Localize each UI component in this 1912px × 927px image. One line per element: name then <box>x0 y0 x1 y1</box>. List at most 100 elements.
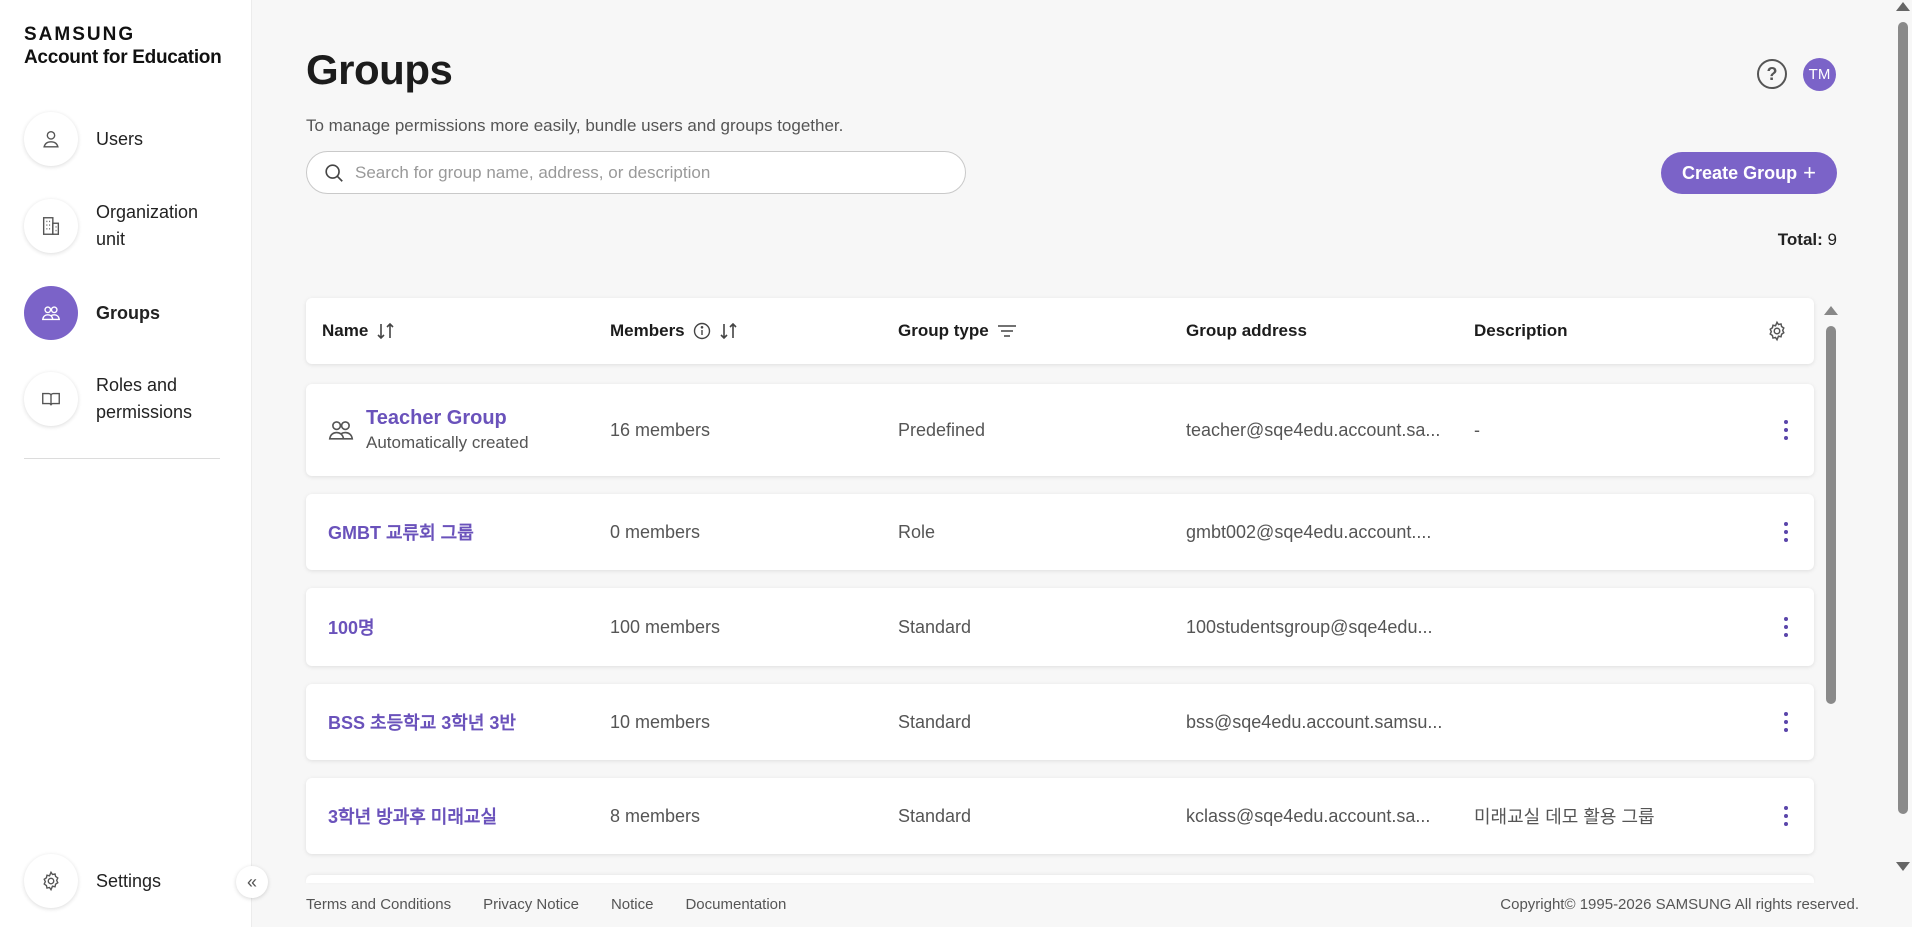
cell-name: 3학년 방과후 미래교실 <box>328 778 604 854</box>
collapse-sidebar-button[interactable]: « <box>236 866 268 898</box>
sidebar-item-organization-unit[interactable]: Organization unit <box>24 199 234 253</box>
search-bar[interactable] <box>306 151 966 194</box>
plus-icon: + <box>1803 160 1816 185</box>
cell-name: BSS 초등학교 3학년 3반 <box>328 684 604 760</box>
brand-logo[interactable]: SAMSUNG Account for Education <box>24 24 222 70</box>
table-scroll-up-arrow-icon[interactable] <box>1824 306 1838 315</box>
row-menu-kebab-icon[interactable] <box>1780 804 1792 828</box>
group-name-link[interactable]: 3학년 방과후 미래교실 <box>328 803 497 829</box>
table-row[interactable]: BSS 초등학교 3학년 3반 10 members Standard bss@… <box>306 684 1814 760</box>
cell-group-address: kclass@sqe4edu.account.sa... <box>1186 805 1431 826</box>
sidebar-item-label: Settings <box>96 870 162 891</box>
user-avatar[interactable]: TM <box>1803 58 1836 91</box>
row-menu-kebab-icon[interactable] <box>1780 520 1792 544</box>
group-name-link[interactable]: BSS 초등학교 3학년 3반 <box>328 709 516 735</box>
sidebar: SAMSUNG Account for Education Users Orga… <box>0 0 252 927</box>
table-row[interactable]: 100명 100 members Standard 100studentsgro… <box>306 588 1814 666</box>
double-chevron-left-icon: « <box>246 871 257 892</box>
brand-product-name: Account for Education <box>24 47 222 68</box>
gear-icon <box>24 854 78 908</box>
cell-description <box>1474 494 1750 570</box>
column-label: Group address <box>1186 321 1307 340</box>
cell-members: 16 members <box>610 419 711 440</box>
cell-group-address: 100studentsgroup@sqe4edu... <box>1186 616 1433 637</box>
sidebar-item-label: Roles and permissions <box>96 375 193 422</box>
help-glyph: ? <box>1766 63 1778 84</box>
column-label: Description <box>1474 321 1568 340</box>
table-row-partial <box>306 875 1814 883</box>
group-name-link[interactable]: GMBT 교류회 그룹 <box>328 519 474 545</box>
info-icon[interactable] <box>693 322 711 340</box>
sidebar-item-settings[interactable]: Settings <box>24 854 234 908</box>
sort-icon[interactable] <box>376 322 396 340</box>
cell-members: 8 members <box>610 805 701 826</box>
column-header-name[interactable]: Name <box>322 298 396 364</box>
group-name-link[interactable]: 100명 <box>328 614 375 640</box>
table-scrollbar-thumb[interactable] <box>1826 326 1836 704</box>
group-icon <box>328 421 354 440</box>
footer-link-privacy[interactable]: Privacy Notice <box>483 896 579 913</box>
footer-links: Terms and Conditions Privacy Notice Noti… <box>306 896 818 913</box>
sidebar-item-label: Users <box>96 128 144 149</box>
row-menu-kebab-icon[interactable] <box>1780 418 1792 442</box>
page-title: Groups <box>306 46 453 93</box>
column-header-group-address: Group address <box>1186 298 1307 364</box>
table-row[interactable]: Teacher Group Automatically created 16 m… <box>306 384 1814 476</box>
cell-description <box>1474 588 1750 666</box>
footer-link-notice[interactable]: Notice <box>611 896 654 913</box>
table-row[interactable]: 3학년 방과후 미래교실 8 members Standard kclass@s… <box>306 778 1814 854</box>
help-icon[interactable]: ? <box>1757 59 1787 89</box>
column-label: Members <box>610 321 685 340</box>
cell-members: 0 members <box>610 521 701 542</box>
table-header: Name Members Group type Group address De… <box>306 298 1814 364</box>
total-count: Total: 9 <box>1778 230 1837 250</box>
column-header-group-type[interactable]: Group type <box>898 298 1017 364</box>
sidebar-item-groups[interactable]: Groups <box>24 286 234 340</box>
person-icon <box>24 112 78 166</box>
sidebar-item-roles-and-permissions[interactable]: Roles and permissions <box>24 372 234 426</box>
cell-group-address: gmbt002@sqe4edu.account.... <box>1186 521 1432 542</box>
page-scrollbar-thumb[interactable] <box>1898 22 1908 814</box>
cell-group-type: Predefined <box>898 419 986 440</box>
cell-group-address: teacher@sqe4edu.account.sa... <box>1186 419 1441 440</box>
cell-group-type: Standard <box>898 805 972 826</box>
sort-icon[interactable] <box>719 322 739 340</box>
cell-description: 미래교실 데모 활용 그룹 <box>1474 807 1655 827</box>
table-row[interactable]: GMBT 교류회 그룹 0 members Role gmbt002@sqe4e… <box>306 494 1814 570</box>
footer-link-terms[interactable]: Terms and Conditions <box>306 896 451 913</box>
cell-group-type: Standard <box>898 616 972 637</box>
cell-members: 100 members <box>610 616 721 637</box>
search-input[interactable] <box>355 162 955 183</box>
sidebar-item-users[interactable]: Users <box>24 112 234 166</box>
group-icon <box>24 286 78 340</box>
cell-group-type: Role <box>898 521 936 542</box>
filter-icon[interactable] <box>997 323 1017 339</box>
total-value: 9 <box>1827 230 1837 249</box>
row-menu-kebab-icon[interactable] <box>1780 615 1792 639</box>
group-name-link[interactable]: Teacher Group <box>366 405 529 431</box>
search-icon <box>325 163 343 182</box>
column-header-members[interactable]: Members <box>610 298 739 364</box>
book-icon <box>24 372 78 426</box>
cell-group-address: bss@sqe4edu.account.samsu... <box>1186 711 1443 732</box>
copyright: Copyright© 1995-2026 SAMSUNG All rights … <box>1500 896 1859 913</box>
cell-members: 10 members <box>610 711 711 732</box>
row-menu-kebab-icon[interactable] <box>1780 710 1792 734</box>
sidebar-divider <box>24 458 220 459</box>
brand-wordmark: SAMSUNG <box>24 24 136 45</box>
sidebar-item-label: Organization unit <box>96 202 199 249</box>
column-header-description: Description <box>1474 298 1568 364</box>
sidebar-item-label: Groups <box>96 302 161 323</box>
cell-group-type: Standard <box>898 711 972 732</box>
page-scroll-down-arrow-icon[interactable] <box>1896 862 1910 871</box>
page-subtitle: To manage permissions more easily, bundl… <box>306 116 844 135</box>
cell-name: 100명 <box>328 588 604 666</box>
create-group-label: Create Group <box>1682 162 1798 183</box>
cell-name: Teacher Group Automatically created <box>326 384 602 476</box>
building-icon <box>24 199 78 253</box>
footer-link-documentation[interactable]: Documentation <box>685 896 786 913</box>
page-scroll-up-arrow-icon[interactable] <box>1896 2 1910 11</box>
cell-description <box>1474 684 1750 760</box>
create-group-button[interactable]: Create Group + <box>1661 152 1837 194</box>
table-settings-gear-icon[interactable] <box>1766 320 1788 342</box>
